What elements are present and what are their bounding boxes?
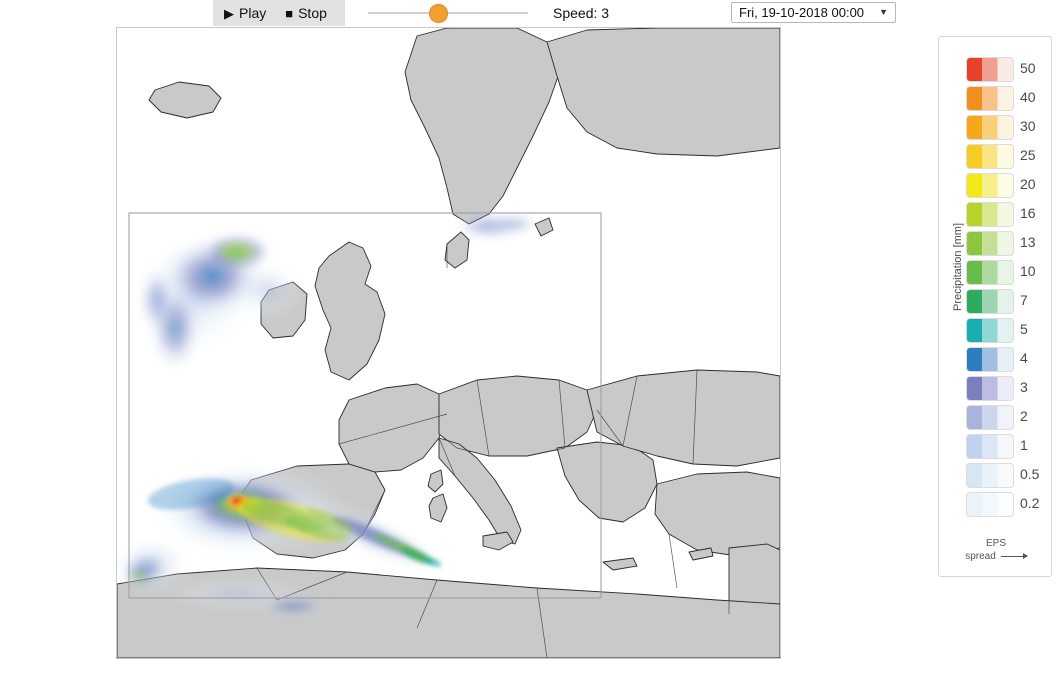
legend-row: 0.2 [966, 491, 1014, 517]
legend-color-swatch [966, 289, 1014, 314]
legend-color-swatch [966, 434, 1014, 459]
legend-row: 5 [966, 317, 1014, 343]
legend-value-label: 20 [1020, 172, 1036, 197]
legend-color-swatch [966, 260, 1014, 285]
legend-caption-line2: spread [965, 550, 996, 563]
legend-row: 20 [966, 172, 1014, 198]
legend-color-swatch [966, 347, 1014, 372]
date-select[interactable]: Fri, 19-10-2018 00:00 ▼ [731, 2, 896, 23]
legend-color-swatch [966, 405, 1014, 430]
stop-button-label: Stop [298, 0, 327, 26]
speed-slider-track[interactable] [368, 12, 528, 14]
legend-value-label: 25 [1020, 143, 1036, 168]
legend-axis-label: Precipitation [mm] [952, 212, 964, 322]
legend-value-label: 13 [1020, 230, 1036, 255]
legend-row: 30 [966, 114, 1014, 140]
legend-color-swatch [966, 318, 1014, 343]
legend-value-label: 5 [1020, 317, 1028, 342]
legend-value-label: 10 [1020, 259, 1036, 284]
speed-slider[interactable] [368, 0, 528, 26]
legend-row: 0.5 [966, 462, 1014, 488]
legend-scale: 50 40 30 25 20 16 13 10 7 5 4 3 2 1 0.5 0.2 [966, 56, 1014, 520]
speed-readout: Speed: 3 [553, 0, 609, 26]
legend-row: 4 [966, 346, 1014, 372]
legend-row: 10 [966, 259, 1014, 285]
speed-slider-thumb[interactable] [429, 4, 448, 23]
legend-row: 3 [966, 375, 1014, 401]
legend-row: 7 [966, 288, 1014, 314]
legend-value-label: 1 [1020, 433, 1028, 458]
legend-value-label: 2 [1020, 404, 1028, 429]
legend-row: 2 [966, 404, 1014, 430]
legend-value-label: 4 [1020, 346, 1028, 371]
legend-row: 16 [966, 201, 1014, 227]
legend-color-swatch [966, 202, 1014, 227]
legend-value-label: 7 [1020, 288, 1028, 313]
playback-controls-panel: ▶ Play ■ Stop [213, 0, 345, 26]
legend-color-swatch [966, 86, 1014, 111]
legend-color-swatch [966, 492, 1014, 517]
europe-precipitation-map [117, 28, 780, 658]
legend-value-label: 16 [1020, 201, 1036, 226]
stop-button[interactable]: ■ Stop [285, 0, 327, 26]
date-select-value: Fri, 19-10-2018 00:00 [739, 5, 879, 20]
play-button[interactable]: ▶ Play [224, 0, 266, 26]
precipitation-legend-panel: Precipitation [mm] 504030252016131075432… [938, 36, 1052, 577]
stop-square-icon: ■ [285, 7, 293, 20]
legend-color-swatch [966, 173, 1014, 198]
legend-row: 13 [966, 230, 1014, 256]
animation-toolbar: ▶ Play ■ Stop Speed: 3 Fri, 19-10-2018 0… [0, 0, 1060, 26]
legend-value-label: 0.5 [1020, 462, 1039, 487]
legend-color-swatch [966, 376, 1014, 401]
legend-value-label: 50 [1020, 56, 1036, 81]
legend-value-label: 3 [1020, 375, 1028, 400]
chevron-down-icon: ▼ [879, 8, 888, 17]
legend-value-label: 30 [1020, 114, 1036, 139]
legend-row: 40 [966, 85, 1014, 111]
legend-row: 50 [966, 56, 1014, 82]
legend-color-swatch [966, 57, 1014, 82]
legend-value-label: 0.2 [1020, 491, 1039, 516]
legend-color-swatch [966, 463, 1014, 488]
legend-value-label: 40 [1020, 85, 1036, 110]
arrow-right-icon [1001, 556, 1027, 557]
map-viewport[interactable] [116, 27, 781, 659]
play-button-label: Play [239, 0, 266, 26]
legend-color-swatch [966, 144, 1014, 169]
play-triangle-icon: ▶ [224, 7, 234, 20]
legend-row: 25 [966, 143, 1014, 169]
legend-caption-line1: EPS [939, 537, 1053, 550]
legend-caption: EPS spread [939, 537, 1053, 563]
legend-row: 1 [966, 433, 1014, 459]
legend-color-swatch [966, 231, 1014, 256]
legend-color-swatch [966, 115, 1014, 140]
